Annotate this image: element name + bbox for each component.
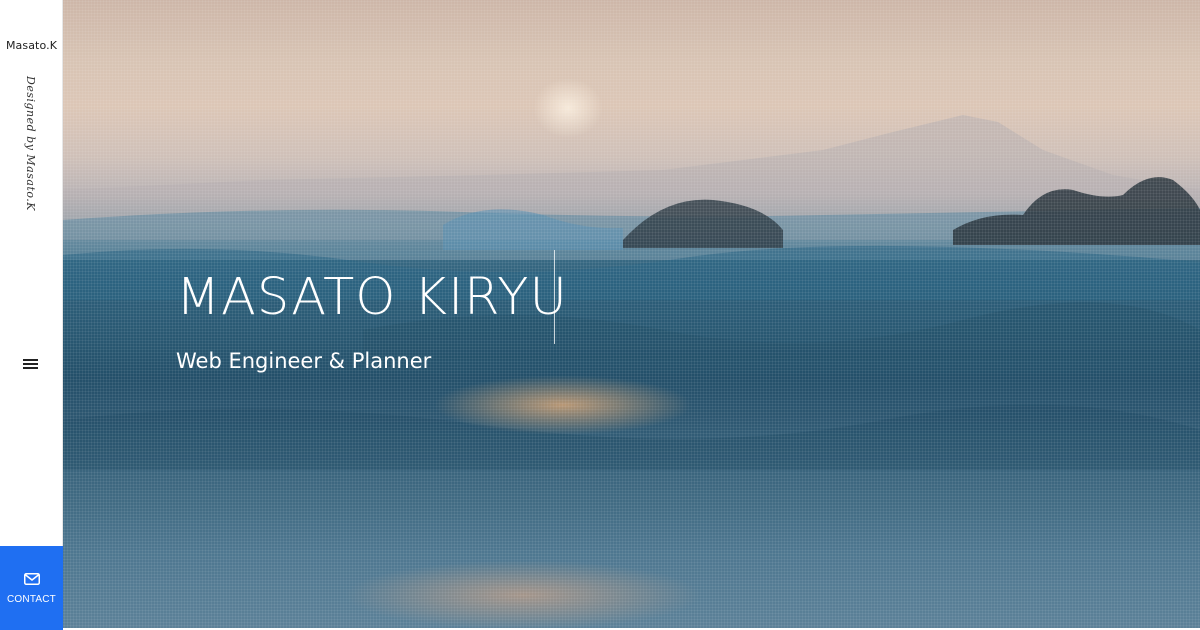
typing-cursor	[554, 250, 555, 344]
hero-title: MASATO KIRYU	[176, 268, 568, 327]
hero-subtitle: Web Engineer & Planner	[176, 349, 432, 373]
brand-logo[interactable]: Masato.K	[0, 39, 63, 52]
contact-label: CONTACT	[7, 594, 56, 605]
designed-by-text: Designed by Masato.K	[24, 76, 37, 212]
contact-button[interactable]: CONTACT	[0, 546, 63, 630]
mail-icon	[24, 573, 40, 585]
menu-bar	[23, 367, 38, 369]
menu-bar	[23, 363, 38, 365]
sidebar: Masato.K Designed by Masato.K CONTACT	[0, 0, 63, 630]
hero-section: MASATO KIRYU Web Engineer & Planner	[63, 0, 1200, 628]
menu-bar	[23, 359, 38, 361]
hamburger-menu-icon[interactable]	[22, 357, 40, 371]
